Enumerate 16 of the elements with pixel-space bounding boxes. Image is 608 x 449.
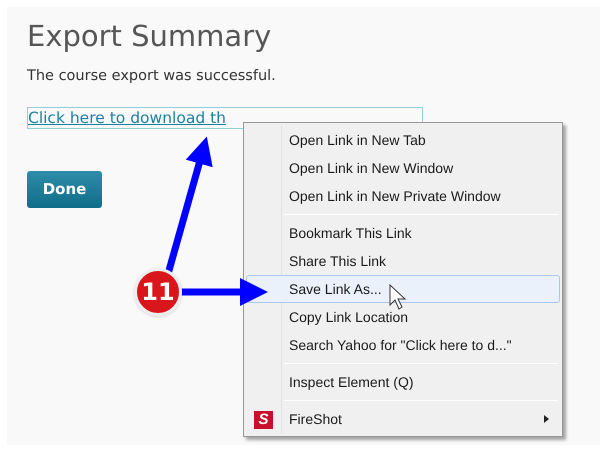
app-icon: S [254, 411, 273, 429]
menu-item[interactable]: Open Link in New Tab [246, 126, 560, 154]
cursor-icon [390, 284, 406, 310]
done-button[interactable]: Done [27, 170, 102, 208]
menu-item[interactable]: Open Link in New Private Window [246, 182, 560, 210]
menu-item[interactable]: Open Link in New Window [246, 154, 560, 182]
menu-item[interactable]: Save Link As... [246, 275, 560, 303]
menu-item[interactable]: Inspect Element (Q) [246, 368, 560, 396]
menu-item[interactable]: Bookmark This Link [246, 219, 560, 247]
page-title: Export Summary [27, 18, 272, 54]
menu-item[interactable]: Search Yahoo for "Click here to d..." [246, 331, 560, 359]
status-message: The course export was successful. [27, 67, 276, 86]
submenu-arrow-icon [544, 415, 549, 423]
menu-item[interactable]: Copy Link Location [246, 303, 560, 331]
submenu-item[interactable]: S FireShot [246, 405, 560, 433]
menu-item[interactable]: Share This Link [246, 247, 560, 275]
